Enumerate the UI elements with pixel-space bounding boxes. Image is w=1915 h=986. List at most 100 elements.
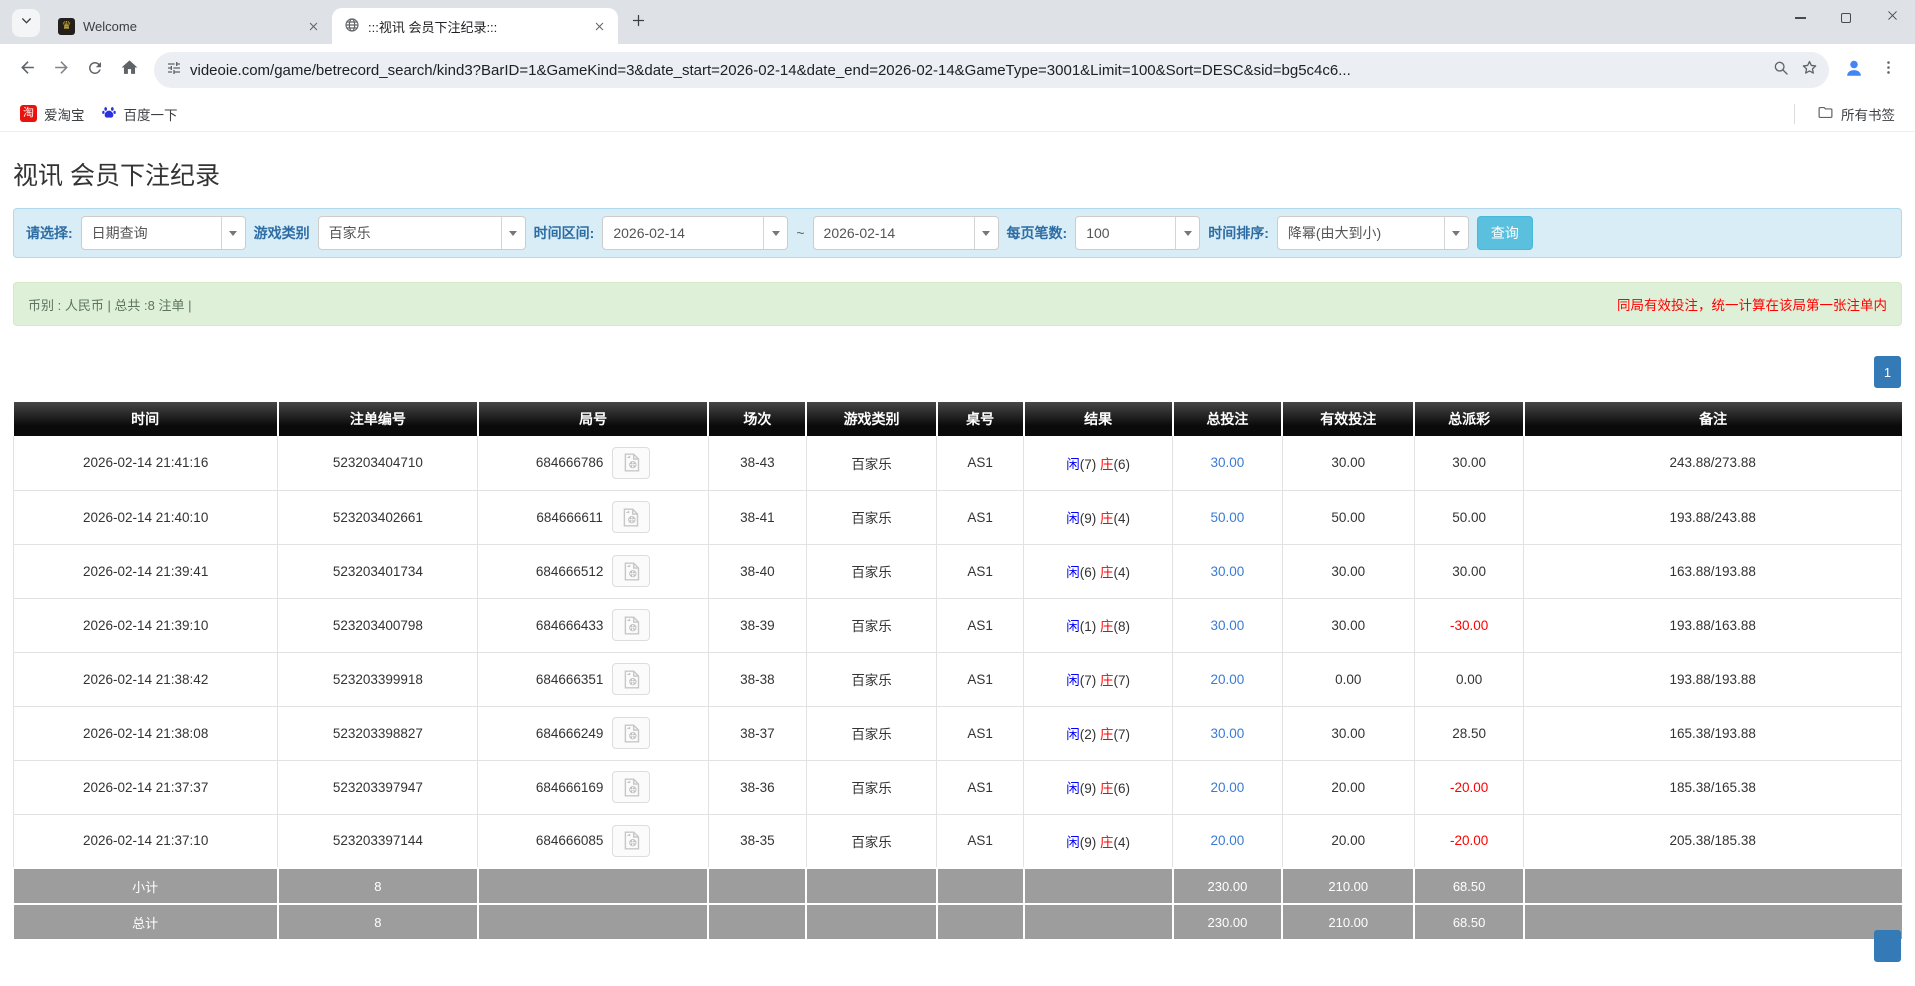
total-bet-link[interactable]: 30.00 — [1211, 618, 1245, 633]
table-header-row: 时间注单编号局号场次游戏类别桌号结果总投注有效投注总派彩备注 — [14, 402, 1902, 436]
column-header: 游戏类别 — [806, 402, 936, 436]
total-bet-link[interactable]: 20.00 — [1211, 780, 1245, 795]
cell-total-bet[interactable]: 20.00 — [1173, 814, 1283, 868]
video-replay-button[interactable] — [612, 663, 650, 695]
cell-table-number: AS1 — [937, 652, 1024, 706]
banker-result: 庄 — [1100, 565, 1114, 580]
search-button[interactable]: 查询 — [1477, 216, 1533, 250]
cell-total-bet[interactable]: 30.00 — [1173, 544, 1283, 598]
date-range-label: 时间区间: — [534, 223, 595, 243]
cell-total-bet[interactable]: 30.00 — [1173, 436, 1283, 490]
cell-game-kind: 百家乐 — [806, 706, 936, 760]
video-replay-button[interactable] — [612, 447, 650, 479]
table-row: 2026-02-14 21:37:10523203397144684666085… — [14, 814, 1902, 868]
total-bet-link[interactable]: 20.00 — [1211, 672, 1245, 687]
video-replay-button[interactable] — [612, 717, 650, 749]
tab-betrecord[interactable]: :::视讯 会员下注纪录::: — [332, 8, 618, 44]
total-row-cell — [1524, 904, 1902, 940]
sort-select[interactable]: 降幂(由大到小) — [1277, 216, 1469, 250]
cell-bet-id: 523203404710 — [278, 436, 478, 490]
window-close-button[interactable] — [1869, 0, 1915, 36]
total-row-cell — [806, 904, 936, 940]
cell-total-bet[interactable]: 20.00 — [1173, 652, 1283, 706]
video-replay-button[interactable] — [612, 825, 650, 857]
cell-valid-bet: 30.00 — [1282, 436, 1414, 490]
cell-total-bet[interactable]: 30.00 — [1173, 598, 1283, 652]
total-bet-link[interactable]: 30.00 — [1211, 564, 1245, 579]
bookmark-aitaobao[interactable]: 淘 爱淘宝 — [12, 100, 93, 128]
bookmark-baidu[interactable]: 百度一下 — [93, 100, 186, 128]
total-bet-link[interactable]: 30.00 — [1211, 726, 1245, 741]
cell-result: 闲(9) 庄(6) — [1024, 760, 1173, 814]
page-1-button-bottom[interactable] — [1874, 930, 1901, 962]
query-type-select[interactable]: 日期查询 — [81, 216, 246, 250]
valid-bet-notice-text: 同局有效投注，统一计算在该局第一张注单内 — [1617, 294, 1887, 314]
profile-button[interactable] — [1837, 53, 1871, 87]
cell-time: 2026-02-14 21:37:10 — [14, 814, 278, 868]
subtotal-row-cell — [1024, 868, 1173, 904]
chevron-down-icon — [1175, 217, 1199, 249]
maximize-button[interactable] — [1823, 0, 1869, 36]
browser-menu-button[interactable] — [1871, 53, 1905, 87]
per-page-select[interactable]: 100 — [1075, 216, 1200, 250]
total-bet-link[interactable]: 50.00 — [1211, 510, 1245, 525]
back-button[interactable] — [10, 53, 44, 87]
minimize-button[interactable] — [1777, 0, 1823, 36]
video-replay-button[interactable] — [612, 771, 650, 803]
cell-result: 闲(9) 庄(4) — [1024, 490, 1173, 544]
forward-button[interactable] — [44, 53, 78, 87]
minimize-icon — [1795, 17, 1806, 18]
cell-note: 165.38/193.88 — [1524, 706, 1902, 760]
tab-search-button[interactable] — [12, 9, 40, 37]
bookmark-star-button[interactable] — [1795, 56, 1823, 84]
total-row-cell: 8 — [278, 904, 478, 940]
video-replay-button[interactable] — [612, 501, 650, 533]
cell-game-kind: 百家乐 — [806, 598, 936, 652]
cell-table-number: AS1 — [937, 436, 1024, 490]
subtotal-row-cell: 230.00 — [1173, 868, 1283, 904]
cell-time: 2026-02-14 21:41:16 — [14, 436, 278, 490]
date-start-select[interactable]: 2026-02-14 — [602, 216, 788, 250]
subtotal-row-cell — [937, 868, 1024, 904]
cell-result: 闲(7) 庄(7) — [1024, 652, 1173, 706]
tab-strip: ♛ Welcome :::视讯 会员下注纪录::: — [0, 0, 1915, 44]
tab-welcome[interactable]: ♛ Welcome — [46, 8, 332, 44]
page-title: 视讯 会员下注纪录 — [13, 156, 1902, 192]
page-1-button[interactable]: 1 — [1874, 356, 1901, 388]
video-replay-button[interactable] — [612, 609, 650, 641]
cell-total-bet[interactable]: 50.00 — [1173, 490, 1283, 544]
close-icon[interactable] — [304, 17, 322, 35]
reload-icon — [86, 59, 104, 82]
reload-button[interactable] — [78, 53, 112, 87]
cell-result: 闲(6) 庄(4) — [1024, 544, 1173, 598]
cell-time: 2026-02-14 21:40:10 — [14, 490, 278, 544]
close-icon[interactable] — [590, 17, 608, 35]
welcome-favicon-icon: ♛ — [58, 18, 75, 35]
cell-result: 闲(7) 庄(6) — [1024, 436, 1173, 490]
tune-icon[interactable] — [166, 60, 182, 81]
cell-game-kind: 百家乐 — [806, 760, 936, 814]
currency-total-text: 币别 : 人民币 | 总共 :8 注单 | — [28, 295, 192, 314]
video-replay-button[interactable] — [612, 555, 650, 587]
chevron-down-icon — [974, 217, 998, 249]
cell-payout: -30.00 — [1414, 598, 1524, 652]
cell-round-id: 684666786 — [478, 436, 708, 490]
cell-total-bet[interactable]: 20.00 — [1173, 760, 1283, 814]
date-end-select[interactable]: 2026-02-14 — [813, 216, 999, 250]
game-kind-select[interactable]: 百家乐 — [318, 216, 526, 250]
all-bookmarks-button[interactable]: 所有书签 — [1809, 100, 1903, 128]
total-bet-link[interactable]: 20.00 — [1211, 833, 1245, 848]
chevron-down-icon — [20, 14, 33, 32]
new-tab-button[interactable] — [624, 9, 652, 37]
cell-time: 2026-02-14 21:39:41 — [14, 544, 278, 598]
cell-total-bet[interactable]: 30.00 — [1173, 706, 1283, 760]
cell-bet-id: 523203401734 — [278, 544, 478, 598]
subtotal-row-cell: 小计 — [14, 868, 278, 904]
zoom-button[interactable] — [1767, 56, 1795, 84]
cell-session: 38-36 — [708, 760, 806, 814]
home-button[interactable] — [112, 53, 146, 87]
taobao-icon: 淘 — [20, 105, 37, 122]
url-bar[interactable]: videoie.com/game/betrecord_search/kind3?… — [154, 52, 1829, 88]
cell-bet-id: 523203397947 — [278, 760, 478, 814]
total-bet-link[interactable]: 30.00 — [1211, 455, 1245, 470]
